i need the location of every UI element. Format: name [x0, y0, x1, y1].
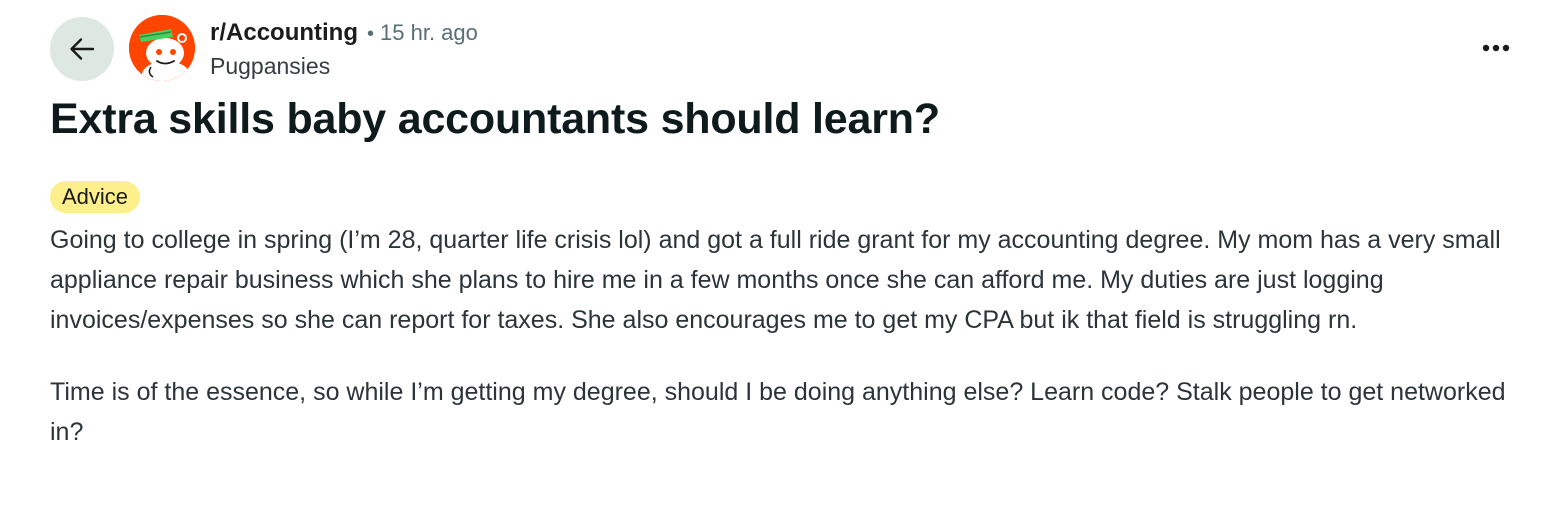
meta-separator: •: [367, 23, 375, 45]
post-title: Extra skills baby accountants should lea…: [50, 95, 940, 143]
subreddit-name[interactable]: r/Accounting: [210, 18, 358, 48]
more-horizontal-icon: [1482, 44, 1510, 52]
subreddit-avatar[interactable]: [129, 15, 195, 81]
post-body: Going to college in spring (I’m 28, quar…: [50, 220, 1530, 484]
post-paragraph: Time is of the essence, so while I’m get…: [50, 378, 1506, 446]
more-options-button[interactable]: [1474, 30, 1518, 66]
snoo-avatar-icon: [129, 15, 195, 81]
post-flair[interactable]: Advice: [50, 181, 141, 213]
post-paragraph: Going to college in spring (I’m 28, quar…: [50, 226, 1501, 334]
back-button[interactable]: [50, 17, 114, 81]
post-meta: r/Accounting • 15 hr. ago Pugpansies: [210, 18, 478, 81]
author-name[interactable]: Pugpansies: [210, 51, 478, 81]
arrow-left-icon: [70, 38, 95, 60]
post-time: 15 hr. ago: [380, 20, 478, 45]
